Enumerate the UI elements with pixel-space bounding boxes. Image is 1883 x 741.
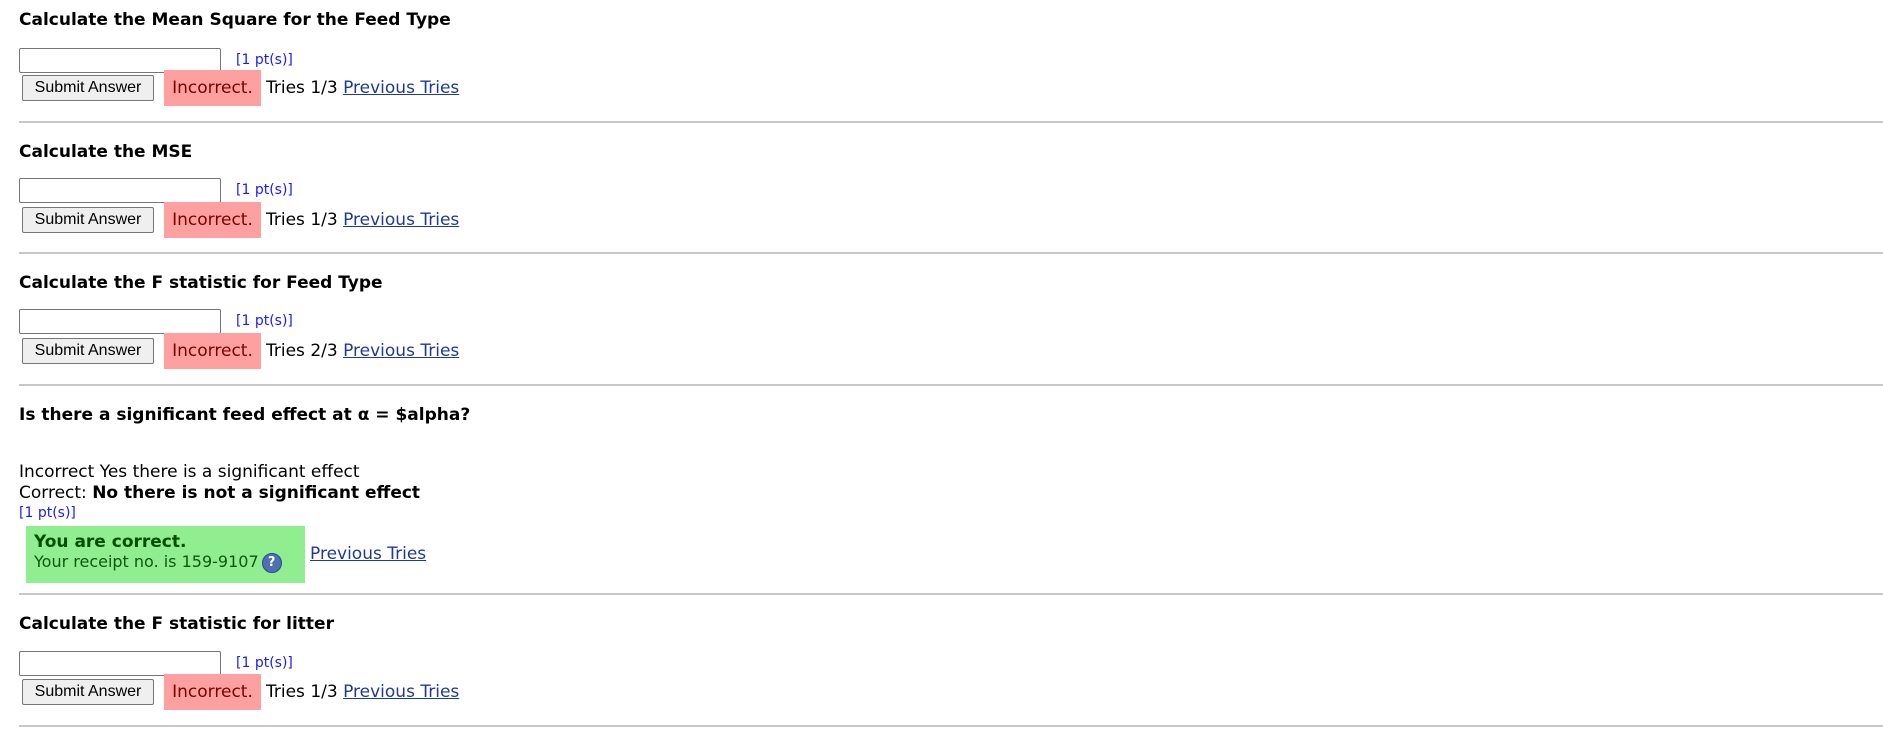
previous-tries-link[interactable]: Previous Tries <box>310 544 426 564</box>
answer-input[interactable] <box>19 178 221 203</box>
incorrect-status-badge: Incorrect. <box>164 674 261 710</box>
incorrect-status-badge: Incorrect. <box>164 333 261 369</box>
points-label: [1 pt(s)] <box>19 505 76 521</box>
answer-input[interactable] <box>19 651 221 676</box>
previous-tries-link[interactable]: Previous Tries <box>343 682 459 702</box>
tries-info: Tries 1/3 Previous Tries <box>266 70 459 106</box>
points-label: [1 pt(s)] <box>236 52 293 68</box>
incorrect-status-badge: Incorrect. <box>164 70 261 106</box>
correct-status-title: You are correct. <box>34 532 187 552</box>
submit-answer-button[interactable]: Submit Answer <box>22 75 154 101</box>
tries-info: Tries 1/3 Previous Tries <box>266 202 459 238</box>
submit-answer-button[interactable]: Submit Answer <box>22 679 154 705</box>
divider <box>19 593 1883 595</box>
submit-answer-button[interactable]: Submit Answer <box>22 338 154 364</box>
previous-tries-link[interactable]: Previous Tries <box>343 341 459 361</box>
divider <box>19 121 1883 123</box>
incorrect-status-badge: Incorrect. <box>164 202 261 238</box>
correct-status-box: You are correct. Your receipt no. is 159… <box>26 526 305 583</box>
problem-mean-square-feed: Calculate the Mean Square for the Feed T… <box>19 8 1883 106</box>
problem-title: Calculate the Mean Square for the Feed T… <box>19 10 451 30</box>
correct-prefix: Correct: <box>19 483 87 503</box>
problem-mse: Calculate the MSE [1 pt(s)] Submit Answe… <box>19 142 1883 238</box>
problem-title: Is there a significant feed effect at α … <box>19 405 471 425</box>
submit-answer-button[interactable]: Submit Answer <box>22 207 154 233</box>
points-label: [1 pt(s)] <box>236 182 293 198</box>
problem-title: Calculate the F statistic for Feed Type <box>19 273 383 293</box>
tries-count: Tries 1/3 <box>266 210 338 230</box>
tries-count: Tries 1/3 <box>266 78 338 98</box>
points-label: [1 pt(s)] <box>236 313 293 329</box>
problem-title: Calculate the MSE <box>19 142 193 162</box>
tries-count: Tries 2/3 <box>266 341 338 361</box>
receipt-text: Your receipt no. is 159-9107 <box>34 552 259 571</box>
correct-answer-line: Correct: No there is not a significant e… <box>19 483 420 503</box>
divider <box>19 384 1883 386</box>
help-icon[interactable]: ? <box>261 552 282 573</box>
divider <box>19 252 1883 254</box>
divider <box>19 725 1883 727</box>
tries-info: Tries 1/3 Previous Tries <box>266 674 459 710</box>
problem-title: Calculate the F statistic for litter <box>19 614 334 634</box>
homework-page: { "problems": [ { "title": "Calculate th… <box>0 0 1883 741</box>
problem-f-statistic-feed: Calculate the F statistic for Feed Type … <box>19 273 1883 369</box>
correct-answer-text: No there is not a significant effect <box>92 483 421 503</box>
answer-input[interactable] <box>19 309 221 334</box>
points-label: [1 pt(s)] <box>236 655 293 671</box>
previous-tries-link[interactable]: Previous Tries <box>343 78 459 98</box>
problem-f-statistic-litter: Calculate the F statistic for litter [1 … <box>19 614 1883 710</box>
tries-info: Tries 2/3 Previous Tries <box>266 333 459 369</box>
tries-count: Tries 1/3 <box>266 682 338 702</box>
problem-significant-feed-effect: Is there a significant feed effect at α … <box>19 405 1883 585</box>
incorrect-answer-line: Incorrect Yes there is a significant eff… <box>19 462 360 482</box>
previous-tries-link[interactable]: Previous Tries <box>343 210 459 230</box>
